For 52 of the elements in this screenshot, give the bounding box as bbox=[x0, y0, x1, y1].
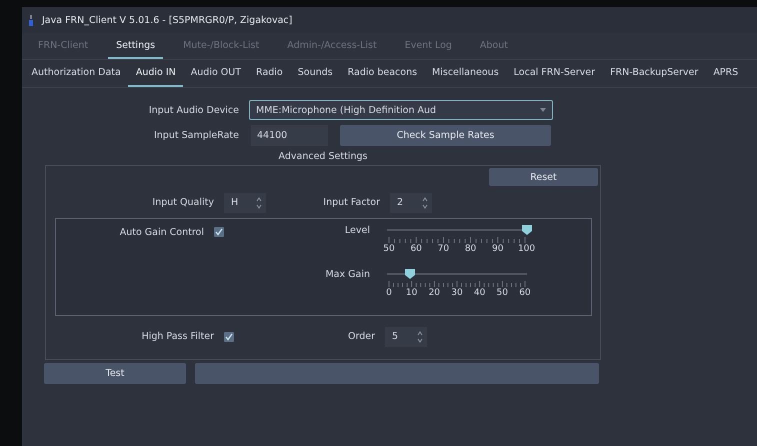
tick-label: 60 bbox=[518, 288, 532, 298]
tick-label: 40 bbox=[472, 288, 486, 298]
slider-thumb[interactable] bbox=[405, 269, 416, 279]
sub-tab[interactable]: Sounds bbox=[290, 60, 340, 87]
spinner-arrows-icon[interactable] bbox=[417, 330, 423, 342]
test-button[interactable]: Test bbox=[44, 362, 186, 384]
sub-tab[interactable]: Radio beacons bbox=[340, 60, 425, 87]
tick-label: 30 bbox=[450, 288, 464, 298]
dropdown-caret-icon[interactable] bbox=[540, 108, 546, 112]
sub-tab[interactable]: Miscellaneous bbox=[424, 60, 506, 87]
field-label: Input Audio Device bbox=[148, 104, 239, 116]
spin-box[interactable]: 5 bbox=[385, 326, 427, 346]
field-label: Input Quality bbox=[151, 197, 214, 208]
tick-label: 100 bbox=[518, 244, 532, 254]
checkbox[interactable] bbox=[214, 227, 224, 237]
sub-tab[interactable]: Radio bbox=[248, 60, 290, 87]
field-label: Input SampleRate bbox=[152, 130, 239, 140]
app-icon bbox=[28, 14, 34, 26]
sub-tab[interactable]: Audio IN bbox=[128, 60, 184, 87]
spinner-arrows-icon[interactable] bbox=[256, 196, 262, 208]
tick-label: 10 bbox=[404, 288, 418, 298]
sub-tab[interactable]: Authorization Data bbox=[24, 60, 128, 87]
window-title: Java FRN_Client V 5.01.6 - [S5PMRGR0/P, Zigakovac] bbox=[42, 14, 292, 26]
slider-label: Level bbox=[344, 225, 370, 236]
field-label: High Pass Filter bbox=[140, 331, 214, 342]
tick-label: 80 bbox=[464, 244, 478, 254]
sub-tab[interactable]: APRS bbox=[706, 60, 746, 87]
slider-thumb[interactable] bbox=[522, 225, 532, 235]
field-label: Order bbox=[347, 331, 375, 342]
spin-box[interactable]: 2 bbox=[390, 192, 432, 212]
tick-label: 20 bbox=[428, 288, 442, 298]
sample-rate-field[interactable]: 44100 bbox=[251, 124, 328, 146]
tick-label: 60 bbox=[409, 244, 423, 254]
reset-button[interactable]: Reset bbox=[489, 168, 598, 186]
checkbox[interactable] bbox=[224, 332, 234, 342]
tick-label: 90 bbox=[491, 244, 504, 254]
sub-tab[interactable]: Local FRN-Server bbox=[506, 60, 603, 87]
tick-label: 70 bbox=[436, 244, 450, 254]
tick-label: 0 bbox=[385, 288, 393, 298]
sub-tab[interactable]: Audio OUT bbox=[183, 60, 249, 87]
tick-label: 50 bbox=[382, 244, 396, 254]
field-label: Auto Gain Control bbox=[118, 226, 204, 238]
slider-label: Max Gain bbox=[324, 269, 370, 280]
sub-tab[interactable]: FRN-BackupServer bbox=[602, 60, 706, 87]
section-title: Advanced Settings bbox=[278, 151, 368, 162]
check-sample-rates-button[interactable]: Check Sample Rates bbox=[340, 124, 551, 146]
spin-box[interactable]: H bbox=[224, 192, 266, 212]
field-label: Input Factor bbox=[322, 197, 380, 208]
tick-label: 50 bbox=[496, 288, 509, 298]
device-dropdown[interactable]: MME:Microphone (High Definition Aud bbox=[249, 100, 553, 120]
spinner-arrows-icon[interactable] bbox=[422, 196, 428, 208]
main-tab[interactable]: Settings bbox=[108, 33, 164, 59]
